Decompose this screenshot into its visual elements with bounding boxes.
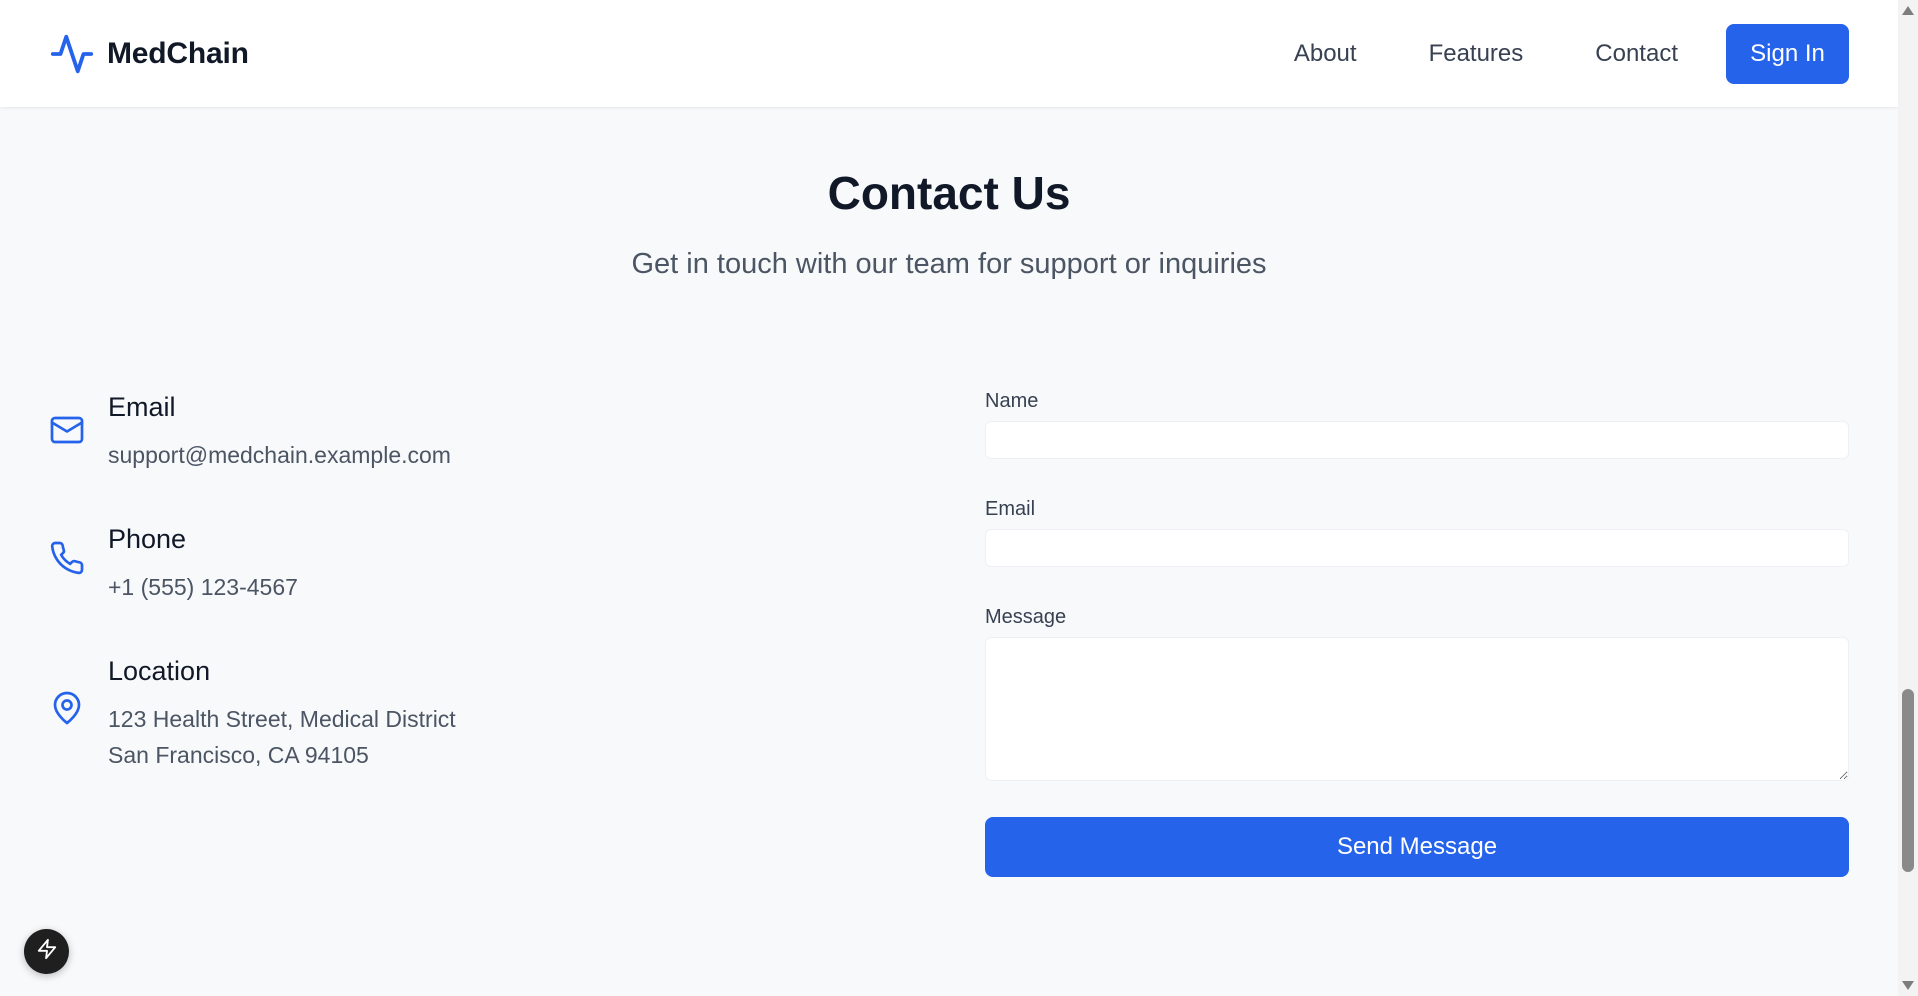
scroll-up-arrow-icon[interactable] bbox=[1902, 6, 1914, 15]
contact-info-location: Location 123 Health Street, Medical Dist… bbox=[49, 656, 456, 773]
top-navbar: MedChain About Features Contact Sign In bbox=[0, 0, 1898, 107]
scrollbar-thumb[interactable] bbox=[1902, 689, 1914, 872]
mail-icon bbox=[49, 412, 85, 448]
scroll-down-arrow-icon[interactable] bbox=[1902, 981, 1914, 990]
message-textarea[interactable] bbox=[985, 637, 1849, 781]
brand-name: MedChain bbox=[107, 36, 249, 70]
nav-link-features[interactable]: Features bbox=[1429, 40, 1524, 68]
contact-phone-value: +1 (555) 123-4567 bbox=[108, 574, 298, 600]
vertical-scrollbar[interactable] bbox=[1898, 0, 1918, 996]
email-field[interactable] bbox=[985, 529, 1849, 567]
contact-info-title: Location bbox=[108, 656, 211, 686]
nav-link-contact[interactable]: Contact bbox=[1595, 40, 1678, 68]
name-field[interactable] bbox=[985, 421, 1849, 459]
location-address-line2: San Francisco, CA 94105 bbox=[108, 742, 369, 768]
contact-info-email-text: Email support@medchain.example.com bbox=[108, 392, 451, 473]
message-label: Message bbox=[985, 606, 1067, 628]
contact-info-location-text: Location 123 Health Street, Medical Dist… bbox=[108, 656, 456, 773]
sign-in-button[interactable]: Sign In bbox=[1726, 23, 1849, 84]
page-title: Contact Us bbox=[827, 167, 1071, 219]
nav-link-about[interactable]: About bbox=[1294, 40, 1357, 68]
contact-email-value: support@medchain.example.com bbox=[108, 442, 451, 468]
contact-info-phone: Phone +1 (555) 123-4567 bbox=[49, 524, 298, 605]
page-subtitle: Get in touch with our team for support o… bbox=[631, 248, 1267, 280]
email-label: Email bbox=[985, 498, 1036, 520]
location-address-line1: 123 Health Street, Medical District bbox=[108, 706, 456, 732]
floating-action-button[interactable] bbox=[24, 929, 69, 974]
brand[interactable]: MedChain bbox=[49, 31, 249, 77]
contact-info-email: Email support@medchain.example.com bbox=[49, 392, 451, 473]
contact-info-title: Phone bbox=[108, 524, 187, 554]
activity-pulse-icon bbox=[49, 31, 95, 77]
lightning-bolt-icon bbox=[36, 938, 58, 965]
send-message-button[interactable]: Send Message bbox=[985, 817, 1849, 877]
name-label: Name bbox=[985, 390, 1039, 412]
contact-info-phone-text: Phone +1 (555) 123-4567 bbox=[108, 524, 298, 605]
main-nav: About Features Contact Sign In bbox=[1294, 23, 1849, 84]
contact-info-title: Email bbox=[108, 392, 176, 422]
phone-icon bbox=[49, 540, 85, 576]
map-pin-icon bbox=[49, 690, 85, 726]
